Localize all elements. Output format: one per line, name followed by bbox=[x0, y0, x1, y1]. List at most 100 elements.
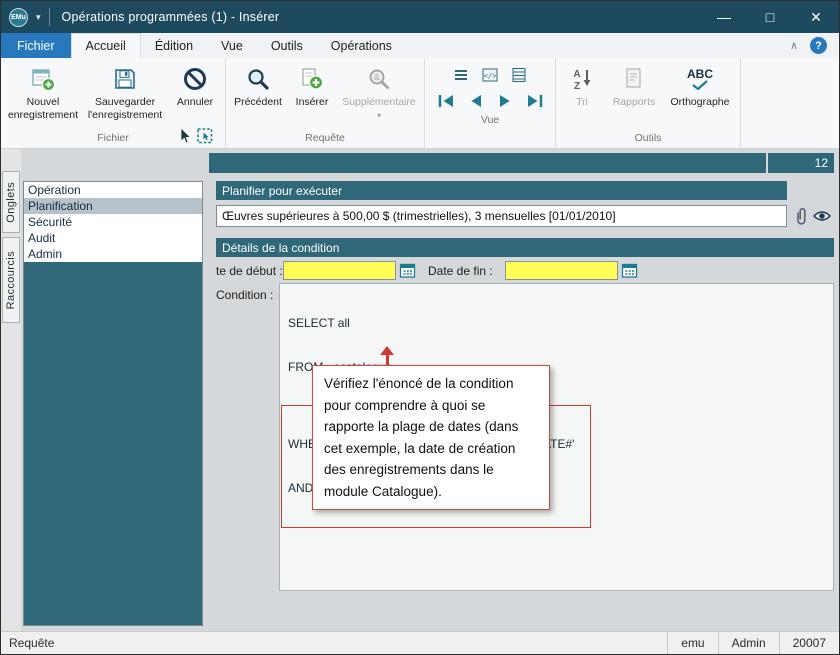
ribbon-group-label-requete: Requête bbox=[305, 132, 345, 144]
previous-record-button[interactable] bbox=[464, 91, 488, 111]
sidebar-item-audit[interactable]: Audit bbox=[24, 230, 202, 246]
tab-vue[interactable]: Vue bbox=[207, 33, 257, 58]
spellcheck-button[interactable]: ABC Orthographe bbox=[663, 60, 737, 110]
insert-button[interactable]: Insérer bbox=[287, 60, 337, 110]
maximize-button[interactable]: □ bbox=[747, 1, 793, 33]
sidebar-filler bbox=[24, 262, 202, 625]
help-icon[interactable]: ? bbox=[810, 37, 827, 54]
reports-label: Rapports bbox=[612, 96, 656, 108]
app-icon-label: EMu bbox=[11, 13, 26, 21]
save-icon bbox=[112, 64, 138, 94]
tab-accueil[interactable]: Accueil bbox=[70, 33, 141, 58]
tab-fichier[interactable]: Fichier bbox=[1, 33, 71, 58]
additional-search-label: Supplémentaire bbox=[342, 96, 416, 108]
app-icon[interactable]: EMu bbox=[9, 7, 28, 27]
start-date-calendar-icon[interactable] bbox=[398, 261, 417, 280]
dropdown-caret-icon: ▾ bbox=[376, 110, 381, 120]
sort-label: Tri bbox=[576, 96, 588, 108]
quick-access-caret-icon[interactable]: ▾ bbox=[36, 12, 41, 23]
next-record-button[interactable] bbox=[493, 91, 517, 111]
condition-textarea[interactable]: SELECT all FROM ecatalogue WHERE AdmDate… bbox=[279, 283, 834, 591]
additional-search-button[interactable]: & Supplémentaire ▾ bbox=[337, 60, 421, 123]
additional-search-icon: & bbox=[366, 64, 392, 94]
save-record-label: Sauvegarder l'enregistrement bbox=[87, 96, 163, 121]
marquee-select-icon[interactable] bbox=[196, 127, 214, 150]
rail-tab-onglets-label: Onglets bbox=[5, 181, 17, 223]
svg-text:Z: Z bbox=[574, 81, 580, 92]
sort-icon: A Z bbox=[569, 64, 595, 94]
spellcheck-abc-glyph: ABC bbox=[687, 67, 713, 81]
close-button[interactable]: ✕ bbox=[793, 1, 839, 33]
record-count-box: 12 bbox=[768, 153, 834, 173]
last-record-button[interactable] bbox=[522, 91, 548, 111]
menubar: Fichier Accueil Édition Vue Outils Opéra… bbox=[1, 33, 839, 58]
end-date-input[interactable] bbox=[505, 261, 618, 280]
statusbar: Requête emu Admin 20007 bbox=[1, 631, 839, 654]
ribbon-group-vue: </> Vue bbox=[425, 58, 556, 148]
rail-tab-raccourcis-label: Raccourcis bbox=[5, 250, 17, 310]
insert-icon bbox=[299, 64, 325, 94]
titlebar: EMu ▾ Opérations programmées (1) - Insér… bbox=[1, 1, 839, 33]
insert-label: Insérer bbox=[295, 96, 329, 108]
reports-button[interactable]: Rapports bbox=[605, 60, 663, 110]
window-title: Opérations programmées (1) - Insérer bbox=[61, 10, 280, 24]
annotation-callout: Vérifiez l'énoncé de la condition pour c… bbox=[312, 365, 550, 510]
cancel-label: Annuler bbox=[176, 96, 214, 108]
annotation-callout-text: Vérifiez l'énoncé de la condition pour c… bbox=[324, 376, 519, 499]
condition-label: Condition : bbox=[216, 288, 274, 302]
spellcheck-label: Orthographe bbox=[670, 96, 730, 108]
ribbon-collapse-icon[interactable]: ∧ bbox=[790, 39, 798, 52]
schedule-summary-field[interactable] bbox=[216, 205, 787, 227]
svg-text:</>: </> bbox=[484, 72, 497, 80]
new-record-icon bbox=[30, 64, 56, 94]
app-window: EMu ▾ Opérations programmées (1) - Insér… bbox=[0, 0, 840, 655]
previous-search-label: Précédent bbox=[234, 96, 282, 108]
sidebar-item-planification[interactable]: Planification bbox=[24, 198, 202, 214]
end-date-calendar-icon[interactable] bbox=[620, 261, 639, 280]
rail-tab-raccourcis[interactable]: Raccourcis bbox=[2, 237, 20, 323]
status-cell-user: Admin bbox=[717, 632, 779, 654]
record-strip bbox=[209, 153, 766, 173]
cancel-button[interactable]: Annuler bbox=[168, 60, 222, 110]
sidebar-panel: Opération Planification Sécurité Audit A… bbox=[23, 181, 203, 626]
ribbon-group-label-outils: Outils bbox=[634, 132, 662, 144]
status-cell-emu: emu bbox=[667, 632, 717, 654]
titlebar-separator bbox=[48, 8, 50, 26]
sidebar-item-securite[interactable]: Sécurité bbox=[24, 214, 202, 230]
section-header-details: Détails de la condition bbox=[216, 238, 834, 257]
page-view-icon[interactable] bbox=[509, 65, 529, 85]
rail-tab-onglets[interactable]: Onglets bbox=[2, 171, 20, 233]
start-date-label: te de début : bbox=[216, 264, 283, 278]
pointer-cursor-icon[interactable] bbox=[177, 127, 193, 150]
section-header-details-label: Détails de la condition bbox=[222, 240, 340, 255]
end-date-label: Date de fin : bbox=[428, 264, 493, 278]
tab-outils[interactable]: Outils bbox=[257, 33, 317, 58]
ribbon: Nouvel enregistrement Sauvegarder l'enre… bbox=[1, 58, 839, 149]
sort-button[interactable]: A Z Tri bbox=[559, 60, 605, 110]
section-header-planifier-label: Planifier pour exécuter bbox=[222, 183, 343, 198]
sidebar-item-admin[interactable]: Admin bbox=[24, 246, 202, 262]
record-count-value: 12 bbox=[814, 156, 828, 170]
first-record-button[interactable] bbox=[433, 91, 459, 111]
side-rail: Onglets Raccourcis bbox=[1, 149, 21, 631]
list-view-icon[interactable] bbox=[451, 65, 471, 85]
ribbon-group-requete: Précédent Insérer & Supplémentaire ▾ Req… bbox=[226, 58, 425, 148]
attachment-icon[interactable] bbox=[791, 206, 811, 226]
minimize-button[interactable]: — bbox=[701, 1, 747, 33]
tab-operations[interactable]: Opérations bbox=[317, 33, 406, 58]
new-record-button[interactable]: Nouvel enregistrement bbox=[4, 60, 82, 122]
section-header-planifier: Planifier pour exécuter bbox=[216, 181, 787, 200]
spellcheck-icon: ABC bbox=[687, 64, 713, 94]
sidebar-item-operation[interactable]: Opération bbox=[24, 182, 202, 198]
start-date-input[interactable] bbox=[283, 261, 396, 280]
previous-search-button[interactable]: Précédent bbox=[229, 60, 287, 110]
save-record-button[interactable]: Sauvegarder l'enregistrement bbox=[82, 60, 168, 122]
tab-edition[interactable]: Édition bbox=[141, 33, 207, 58]
selection-tools bbox=[177, 127, 214, 150]
eye-icon[interactable] bbox=[812, 206, 832, 226]
reports-icon bbox=[621, 64, 647, 94]
status-mode: Requête bbox=[9, 636, 55, 650]
code-view-icon[interactable]: </> bbox=[480, 65, 500, 85]
svg-text:A: A bbox=[573, 69, 580, 80]
svg-text:&: & bbox=[374, 72, 380, 82]
